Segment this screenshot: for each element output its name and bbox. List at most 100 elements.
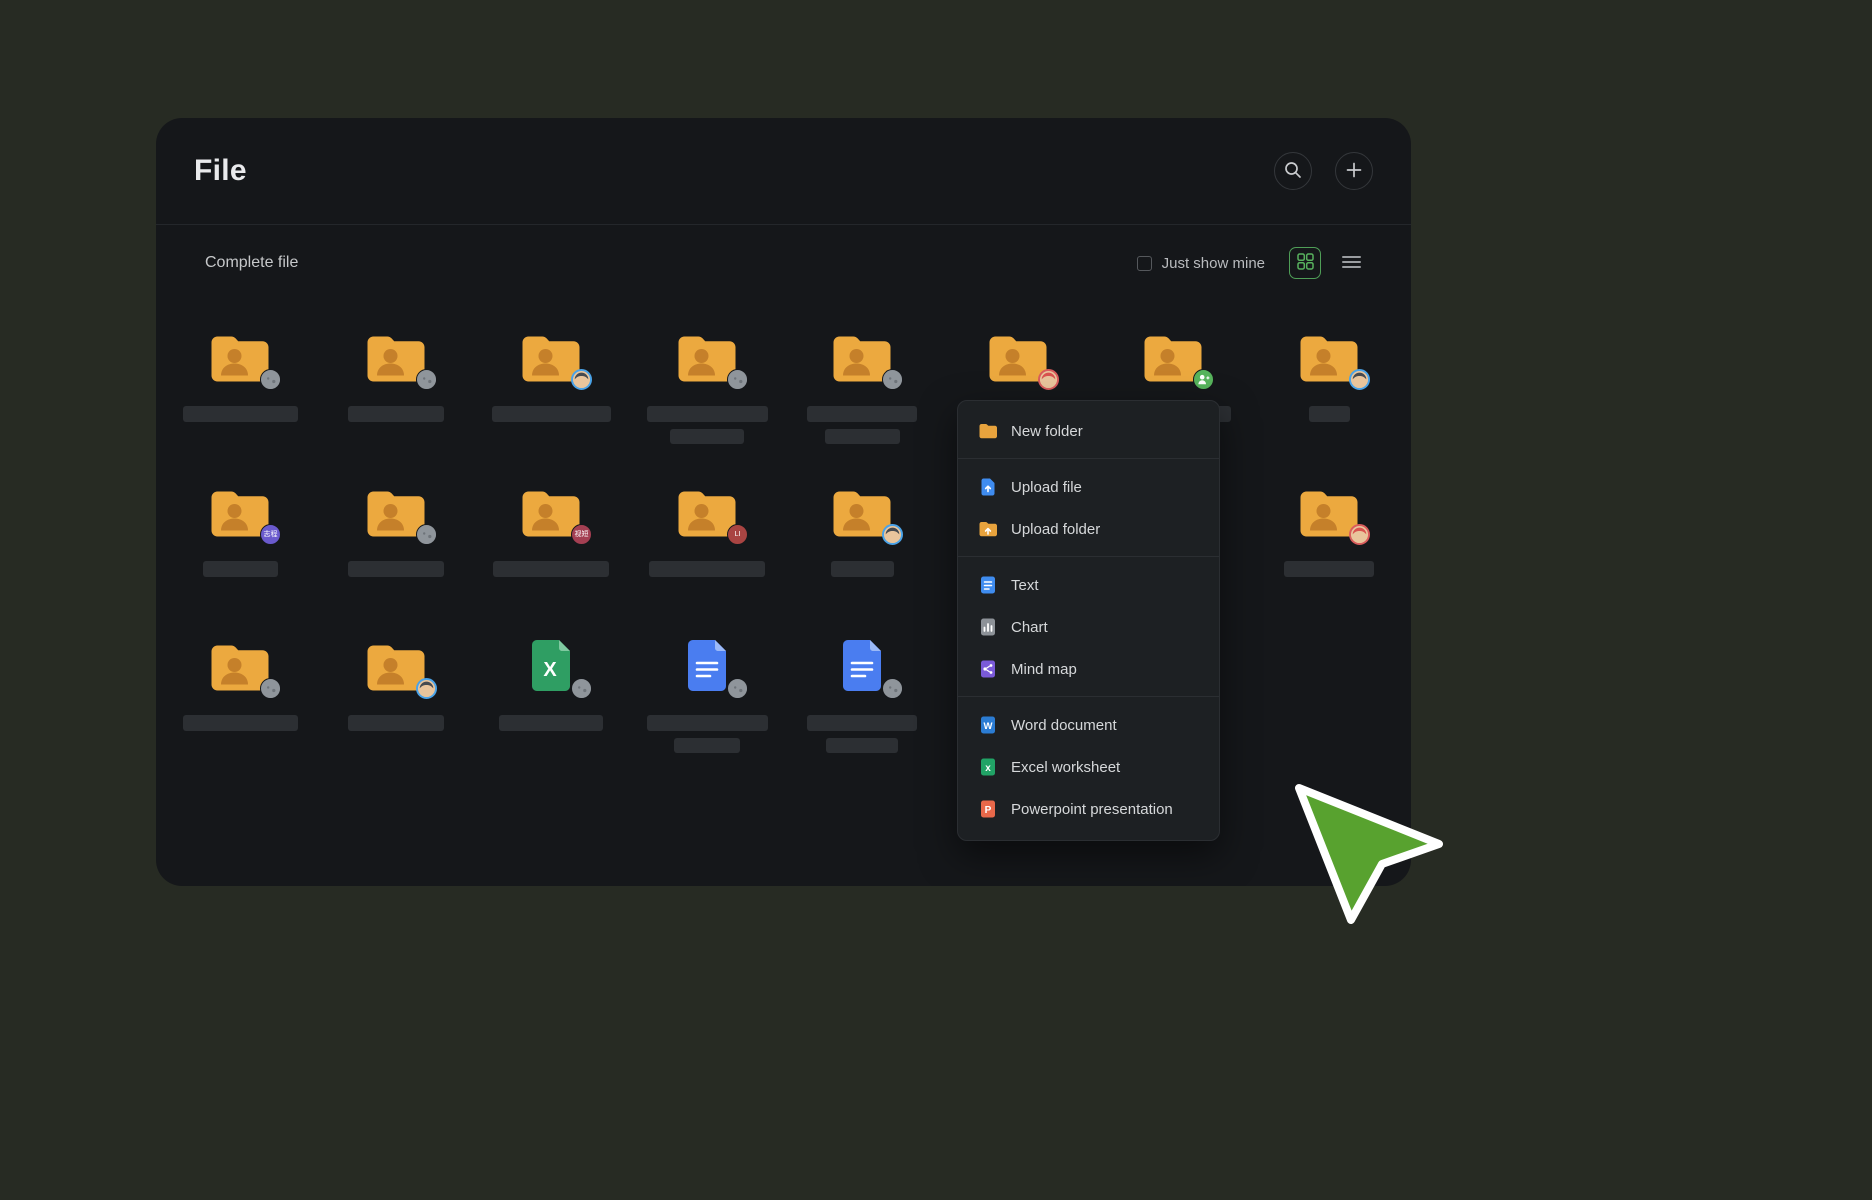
avatar-face xyxy=(1351,371,1368,389)
folder-item[interactable] xyxy=(1251,327,1407,422)
file-label-placeholder xyxy=(348,561,444,577)
just-show-mine-label: Just show mine xyxy=(1162,255,1265,272)
file-label-placeholder xyxy=(825,429,900,444)
doc-item[interactable] xyxy=(629,636,785,753)
menu-item-chart[interactable]: Chart xyxy=(958,606,1219,648)
avatar-face xyxy=(729,680,747,698)
svg-text:P: P xyxy=(985,805,992,816)
just-show-mine-checkbox[interactable] xyxy=(1137,256,1152,271)
folder-item[interactable] xyxy=(629,327,785,444)
owner-avatar-badge xyxy=(882,678,903,699)
grid-view-button[interactable] xyxy=(1289,247,1321,279)
folder-item[interactable] xyxy=(318,636,474,731)
folder-item[interactable] xyxy=(318,327,474,422)
menu-item-excel-worksheet[interactable]: xExcel worksheet xyxy=(958,746,1219,788)
search-icon xyxy=(1284,161,1302,182)
owner-avatar-badge: 志程 xyxy=(260,524,281,545)
avatar-initials: 视短 xyxy=(575,531,589,538)
list-view-icon xyxy=(1342,255,1361,272)
avatar-face xyxy=(1040,371,1057,389)
folder-icon xyxy=(1141,327,1205,385)
folder-item[interactable]: LI xyxy=(629,482,785,577)
file-label-placeholder xyxy=(1309,406,1350,422)
owner-avatar-badge xyxy=(1193,369,1214,390)
owner-avatar-badge xyxy=(416,524,437,545)
search-button[interactable] xyxy=(1274,152,1312,190)
file-label-placeholder xyxy=(807,715,917,731)
toolbar-right: Just show mine xyxy=(1137,247,1367,279)
avatar-face xyxy=(418,526,436,544)
owner-avatar-badge xyxy=(1349,369,1370,390)
avatar-initials: LI xyxy=(735,531,741,538)
svg-text:W: W xyxy=(984,721,993,732)
file-label-placeholder xyxy=(203,561,278,577)
file-label-placeholder xyxy=(1284,561,1374,577)
folder-item[interactable]: 视短 xyxy=(473,482,629,577)
folder-icon xyxy=(675,327,739,385)
folder-icon xyxy=(364,327,428,385)
menu-item-new-folder[interactable]: New folder xyxy=(958,410,1219,452)
folder-icon: 视短 xyxy=(519,482,583,540)
file-label-placeholder xyxy=(831,561,894,577)
owner-avatar-badge xyxy=(727,369,748,390)
menu-item-upload-file[interactable]: Upload file xyxy=(958,466,1219,508)
doc-item[interactable] xyxy=(784,636,940,753)
menu-item-text[interactable]: Text xyxy=(958,564,1219,606)
folder-item[interactable] xyxy=(162,636,318,731)
folder-icon xyxy=(830,327,894,385)
file-label-placeholder xyxy=(348,715,444,731)
file-label-placeholder-group xyxy=(647,715,768,753)
section-label: Complete file xyxy=(205,254,298,272)
grid-view-icon xyxy=(1297,253,1314,273)
menu-item-label: New folder xyxy=(1011,423,1083,440)
folder-item[interactable] xyxy=(1251,482,1407,577)
list-view-button[interactable] xyxy=(1335,247,1367,279)
file-label-placeholder-group xyxy=(1309,406,1350,422)
folder-item[interactable]: 志程 xyxy=(162,482,318,577)
chart-icon xyxy=(978,617,998,637)
file-label-placeholder-group xyxy=(647,406,768,444)
avatar-face xyxy=(884,526,901,544)
folder-icon xyxy=(986,327,1050,385)
menu-item-label: Word document xyxy=(1011,717,1117,734)
upload-file-icon xyxy=(978,477,998,497)
menu-item-powerpoint-presentation[interactable]: PPowerpoint presentation xyxy=(958,788,1219,830)
file-label-placeholder xyxy=(807,406,917,422)
page-title: File xyxy=(194,154,247,188)
word-icon: W xyxy=(978,715,998,735)
add-button[interactable] xyxy=(1335,152,1373,190)
menu-divider xyxy=(958,556,1219,557)
file-label-placeholder xyxy=(670,429,744,444)
avatar-face xyxy=(573,680,591,698)
file-label-placeholder-group xyxy=(348,406,444,422)
file-label-placeholder xyxy=(826,738,898,753)
doc-file-icon xyxy=(675,636,739,694)
svg-text:X: X xyxy=(543,659,557,681)
menu-item-mind-map[interactable]: Mind map xyxy=(958,648,1219,690)
folder-icon xyxy=(519,327,583,385)
owner-avatar-badge xyxy=(727,678,748,699)
menu-divider xyxy=(958,458,1219,459)
folder-item[interactable] xyxy=(784,482,940,577)
excel-item[interactable]: X xyxy=(473,636,629,731)
file-label-placeholder xyxy=(647,406,768,422)
folder-icon xyxy=(208,636,272,694)
file-label-placeholder-group xyxy=(348,561,444,577)
avatar-face xyxy=(418,371,436,389)
header: File xyxy=(156,118,1411,225)
menu-item-word-document[interactable]: W Word document xyxy=(958,704,1219,746)
folder-item[interactable] xyxy=(784,327,940,444)
menu-item-upload-folder[interactable]: Upload folder xyxy=(958,508,1219,550)
folder-item[interactable] xyxy=(318,482,474,577)
folder-item[interactable] xyxy=(162,327,318,422)
text-icon xyxy=(978,575,998,595)
file-manager-window: File Complete file Just show mine xyxy=(156,118,1411,886)
toolbar: Complete file Just show mine xyxy=(156,225,1411,301)
avatar-face xyxy=(262,680,280,698)
owner-avatar-badge xyxy=(260,369,281,390)
file-label-placeholder-group xyxy=(493,561,609,577)
folder-item[interactable] xyxy=(473,327,629,422)
owner-avatar-badge xyxy=(882,524,903,545)
file-grid: 志程 视短 LI X xyxy=(156,301,1411,886)
owner-avatar-badge xyxy=(571,678,592,699)
